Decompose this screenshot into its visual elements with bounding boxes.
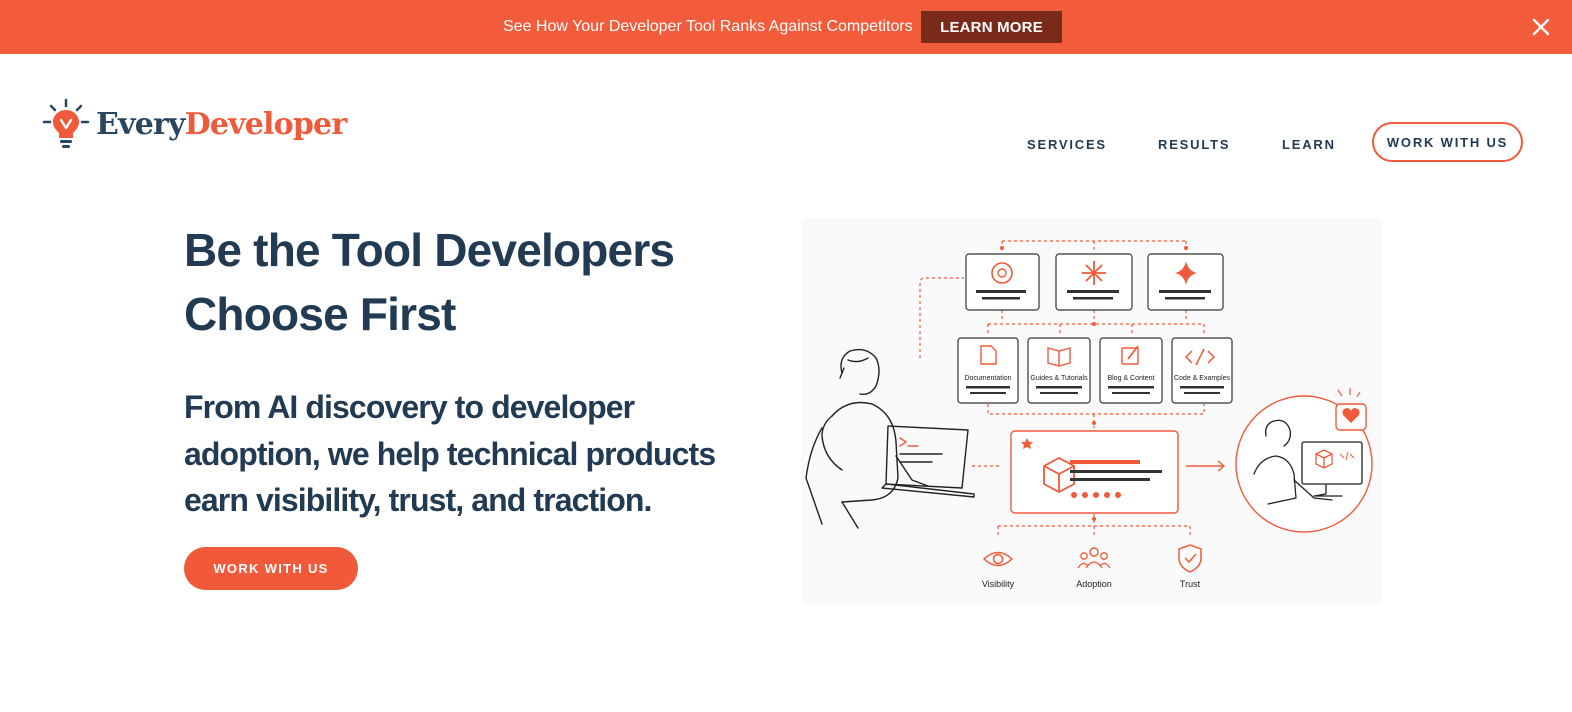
nav-work-with-us-button[interactable]: WORK WITH US bbox=[1372, 122, 1523, 162]
nav-learn[interactable]: LEARN bbox=[1282, 137, 1336, 152]
content-label-guides: Guides & Tutorials bbox=[1030, 375, 1088, 382]
content-card-documentation: Documentation bbox=[957, 337, 1019, 404]
content-label-documentation: Documentation bbox=[964, 375, 1011, 382]
lightbulb-icon bbox=[42, 98, 90, 148]
outcome-label-adoption: Adoption bbox=[1076, 579, 1112, 589]
announcement-text: See How Your Developer Tool Ranks Agains… bbox=[503, 18, 913, 35]
ai-card-2 bbox=[1055, 253, 1133, 311]
hero-illustration: Documentation Guides & Tutorials Blog & … bbox=[802, 218, 1382, 604]
hero-work-with-us-button[interactable]: WORK WITH US bbox=[184, 547, 358, 590]
content-card-blog: Blog & Content bbox=[1099, 337, 1163, 404]
nav-services[interactable]: SERVICES bbox=[1027, 137, 1107, 152]
content-card-code: Code & Examples bbox=[1171, 337, 1233, 404]
close-icon[interactable] bbox=[1531, 17, 1551, 37]
brand-name: EveryDeveloper bbox=[96, 106, 347, 142]
announcement-bar: See How Your Developer Tool Ranks Agains… bbox=[0, 0, 1572, 54]
content-label-blog: Blog & Content bbox=[1107, 375, 1154, 382]
content-label-code: Code & Examples bbox=[1174, 375, 1231, 382]
content-card-guides: Guides & Tutorials bbox=[1027, 337, 1091, 404]
hero-subheadline: From AI discovery to developer adoption,… bbox=[184, 389, 716, 518]
outcome-label-trust: Trust bbox=[1180, 579, 1201, 589]
ai-card-3 bbox=[1147, 253, 1224, 311]
brand-logo[interactable]: EveryDeveloper bbox=[42, 98, 347, 150]
ai-card-1 bbox=[965, 253, 1040, 311]
hero-headline: Be the Tool Developers Choose First bbox=[184, 224, 675, 340]
product-card bbox=[1010, 430, 1179, 514]
outcome-label-visibility: Visibility bbox=[982, 579, 1015, 589]
nav-results[interactable]: RESULTS bbox=[1158, 137, 1230, 152]
learn-more-button[interactable]: LEARN MORE bbox=[921, 11, 1062, 43]
